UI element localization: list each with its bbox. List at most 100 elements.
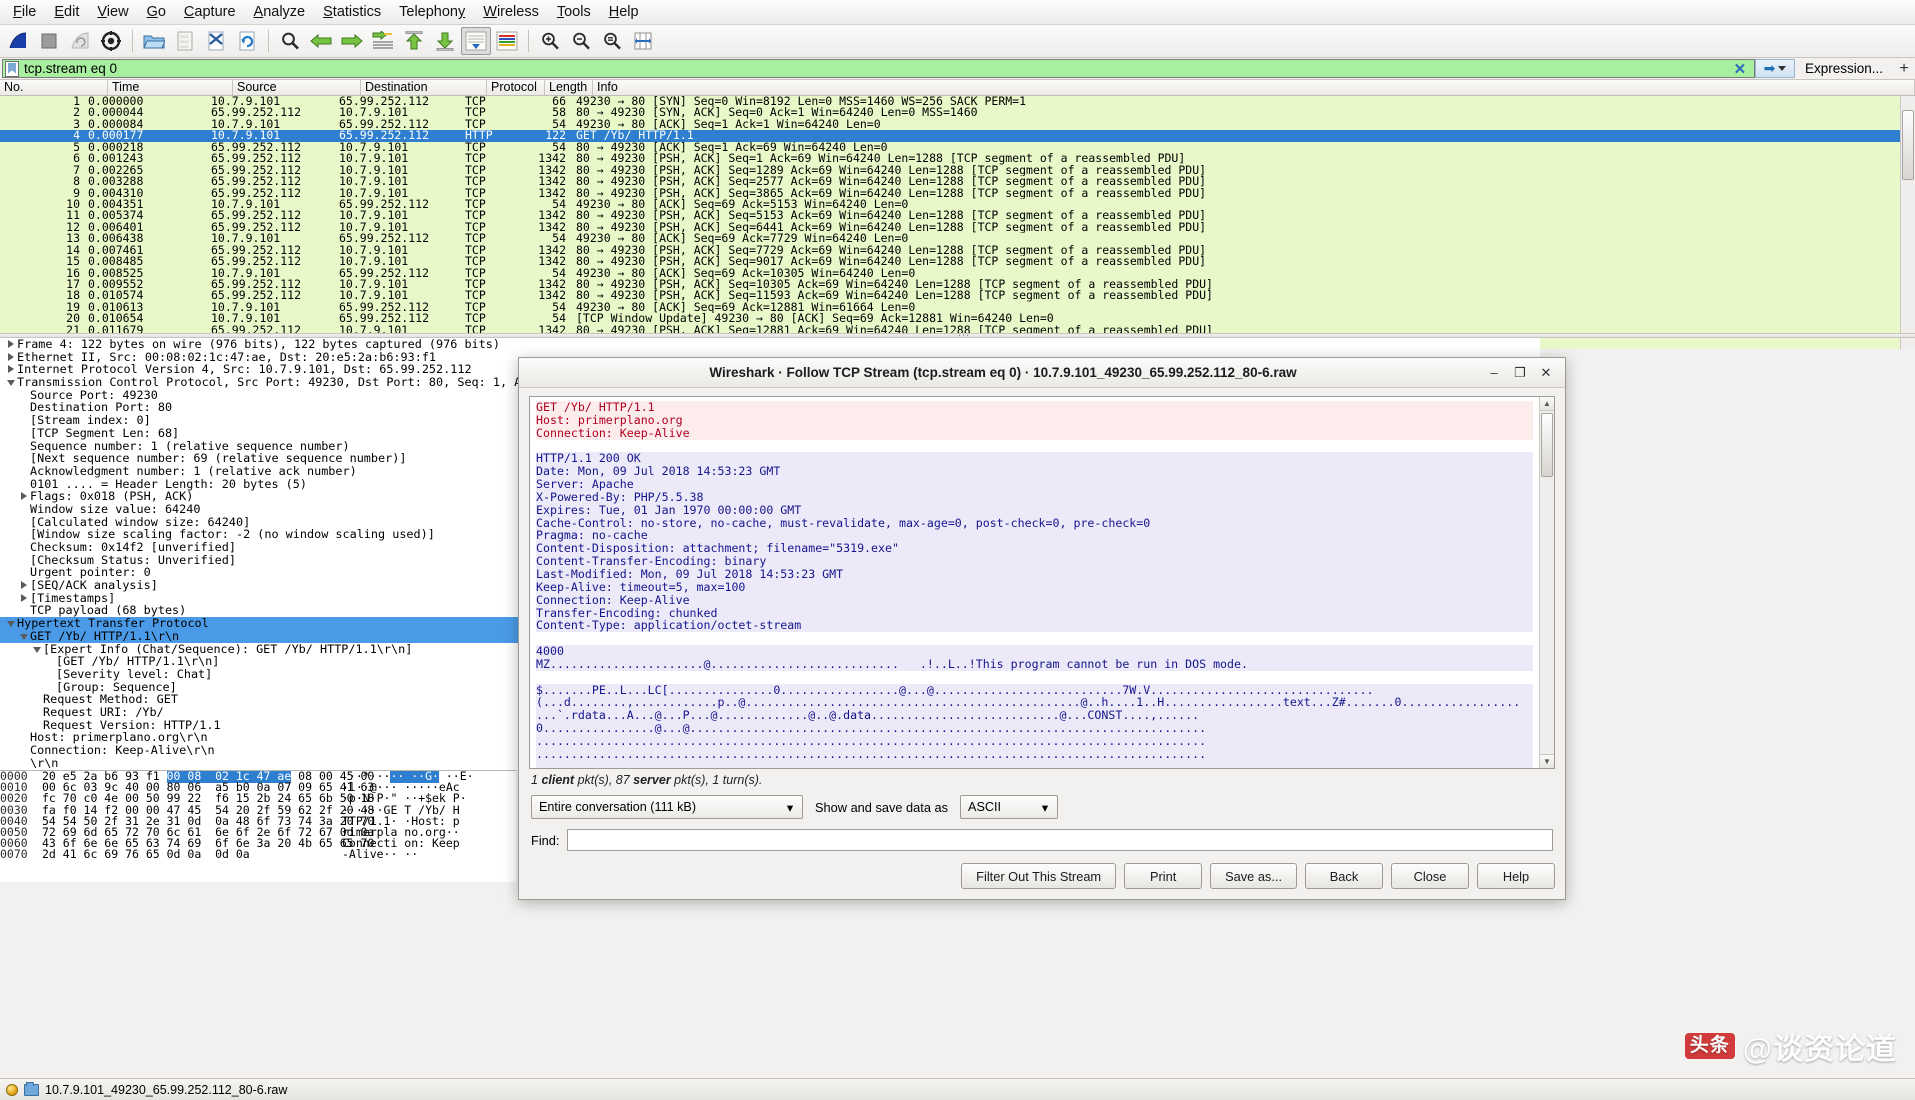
menu-edit[interactable]: Edit	[45, 1, 88, 23]
dialog-button-row: Filter Out This Stream Print Save as... …	[519, 859, 1565, 899]
close-icon[interactable]: ✕	[1533, 362, 1559, 384]
column-header-time[interactable]: Time	[108, 80, 233, 95]
zoom-in-icon[interactable]	[535, 27, 565, 55]
restart-capture-icon[interactable]	[65, 27, 95, 55]
help-button[interactable]: Help	[1477, 863, 1555, 889]
table-row[interactable]: 120.00640165.99.252.11210.7.9.101TCP1342…	[0, 222, 1915, 233]
table-row[interactable]: 180.01057465.99.252.11210.7.9.101TCP1342…	[0, 290, 1915, 301]
table-row[interactable]: 90.00431065.99.252.11210.7.9.101TCP13428…	[0, 188, 1915, 199]
collapse-triangle-icon[interactable]	[4, 376, 17, 389]
scroll-thumb[interactable]	[1541, 413, 1553, 477]
table-row[interactable]: 30.00008410.7.9.10165.99.252.112TCP54492…	[0, 119, 1915, 130]
menu-capture[interactable]: Capture	[175, 1, 245, 23]
menu-statistics[interactable]: Statistics	[314, 1, 390, 23]
go-last-packet-icon[interactable]	[430, 27, 460, 55]
minimize-button[interactable]: –	[1481, 362, 1507, 384]
apply-filter-button[interactable]: ➡	[1755, 59, 1795, 78]
column-header-info[interactable]: Info	[593, 80, 1915, 95]
expand-triangle-icon[interactable]	[4, 363, 17, 376]
table-row[interactable]: 20.00004465.99.252.11210.7.9.101TCP5880 …	[0, 107, 1915, 118]
stream-line: Last-Modified: Mon, 09 Jul 2018 14:53:23…	[536, 568, 1533, 581]
close-button[interactable]: Close	[1391, 863, 1469, 889]
stream-scrollbar[interactable]: ▲ ▼	[1539, 397, 1554, 768]
hex-row[interactable]: 00702d 41 6c 69 76 65 0d 0a 0d 0a-Alive·…	[0, 849, 516, 860]
print-button[interactable]: Print	[1124, 863, 1202, 889]
collapse-triangle-icon[interactable]	[30, 643, 43, 656]
toolbar-separator-2	[268, 30, 269, 52]
packet-list-scrollbar[interactable]	[1900, 96, 1915, 349]
close-file-icon[interactable]	[201, 27, 231, 55]
expand-triangle-icon[interactable]	[17, 490, 30, 503]
menu-help[interactable]: Help	[600, 1, 648, 23]
cell-info: 49230 → 80 [ACK] Seq=69 Ack=10305 Win=64…	[571, 268, 1915, 279]
find-packet-icon[interactable]	[275, 27, 305, 55]
menu-go[interactable]: Go	[138, 1, 175, 23]
svg-text:0011: 0011	[180, 44, 189, 49]
menu-view[interactable]: View	[88, 1, 137, 23]
go-back-icon[interactable]	[306, 27, 336, 55]
stop-capture-icon[interactable]	[34, 27, 64, 55]
expand-triangle-icon[interactable]	[17, 592, 30, 605]
packet-bytes-pane[interactable]: 000020 e5 2a b6 93 f1 00 08 02 1c 47 ae …	[0, 770, 516, 882]
stream-line: GET /Yb/ HTTP/1.1	[536, 401, 1533, 414]
packet-list-header: No. Time Source Destination Protocol Len…	[0, 80, 1915, 96]
zoom-reset-icon[interactable]	[597, 27, 627, 55]
open-file-icon[interactable]	[139, 27, 169, 55]
stream-content-box[interactable]: GET /Yb/ HTTP/1.1Host: primerplano.orgCo…	[529, 396, 1555, 769]
column-header-length[interactable]: Length	[545, 80, 593, 95]
reload-file-icon[interactable]	[232, 27, 262, 55]
column-header-destination[interactable]: Destination	[361, 80, 487, 95]
filter-out-stream-button[interactable]: Filter Out This Stream	[961, 863, 1116, 889]
go-to-packet-icon[interactable]	[368, 27, 398, 55]
scroll-up-icon[interactable]: ▲	[1540, 397, 1554, 411]
bookmark-icon[interactable]	[5, 61, 19, 77]
scroll-down-icon[interactable]: ▼	[1540, 754, 1554, 768]
auto-scroll-icon[interactable]	[461, 27, 491, 55]
cell-info: 80 → 49230 [PSH, ACK] Seq=11593 Ack=69 W…	[571, 290, 1915, 301]
status-file-label: 10.7.9.101_49230_65.99.252.112_80-6.raw	[45, 1083, 287, 1097]
back-button[interactable]: Back	[1305, 863, 1383, 889]
clear-filter-button[interactable]: ✕	[1728, 60, 1752, 78]
menu-file[interactable]: File	[4, 1, 45, 23]
column-header-source[interactable]: Source	[233, 80, 361, 95]
cell-info: 49230 → 80 [ACK] Seq=69 Ack=7729 Win=642…	[571, 233, 1915, 244]
zoom-out-icon[interactable]	[566, 27, 596, 55]
menu-tools[interactable]: Tools	[548, 1, 600, 23]
capture-file-icon	[24, 1084, 39, 1096]
start-capture-icon[interactable]	[3, 27, 33, 55]
go-first-packet-icon[interactable]	[399, 27, 429, 55]
capture-options-icon[interactable]	[96, 27, 126, 55]
dialog-titlebar[interactable]: Wireshark · Follow TCP Stream (tcp.strea…	[519, 358, 1565, 388]
detail-row[interactable]: Frame 4: 122 bytes on wire (976 bits), 1…	[0, 338, 1540, 351]
expand-triangle-icon[interactable]	[17, 579, 30, 592]
menu-analyze[interactable]: Analyze	[245, 1, 315, 23]
expert-info-icon[interactable]	[6, 1084, 18, 1096]
filter-expression-button[interactable]: Expression...	[1795, 58, 1893, 79]
follow-tcp-stream-dialog[interactable]: Wireshark · Follow TCP Stream (tcp.strea…	[518, 357, 1566, 900]
cell-info: 80 → 49230 [PSH, ACK] Seq=1 Ack=69 Win=6…	[571, 153, 1915, 164]
hex-offset: 0070	[0, 849, 42, 860]
format-select[interactable]: ASCII ▾	[960, 795, 1058, 819]
column-header-no[interactable]: No.	[0, 80, 108, 95]
conversation-select[interactable]: Entire conversation (111 kB) ▾	[531, 795, 803, 819]
save-as-button[interactable]: Save as...	[1210, 863, 1297, 889]
add-filter-button[interactable]: +	[1893, 58, 1915, 79]
menu-wireless[interactable]: Wireless	[474, 1, 548, 23]
collapse-triangle-icon[interactable]	[17, 630, 30, 643]
packet-list[interactable]: 10.00000010.7.9.10165.99.252.112TCP66492…	[0, 96, 1915, 349]
resize-columns-icon[interactable]	[628, 27, 658, 55]
collapse-triangle-icon[interactable]	[4, 617, 17, 630]
column-header-protocol[interactable]: Protocol	[487, 80, 545, 95]
save-file-icon[interactable]: 010101100011	[170, 27, 200, 55]
display-filter-input[interactable]: tcp.stream eq 0 ✕	[2, 59, 1755, 78]
colorize-packets-icon[interactable]	[492, 27, 522, 55]
maximize-button[interactable]: ❐	[1507, 362, 1533, 384]
menu-telephony[interactable]: Telephony	[390, 1, 474, 23]
table-row[interactable]: 150.00848565.99.252.11210.7.9.101TCP1342…	[0, 256, 1915, 267]
table-row[interactable]: 190.01061310.7.9.10165.99.252.112TCP5449…	[0, 302, 1915, 313]
expand-triangle-icon[interactable]	[4, 351, 17, 364]
expand-triangle-icon[interactable]	[4, 338, 17, 351]
go-forward-icon[interactable]	[337, 27, 367, 55]
find-input[interactable]	[567, 829, 1553, 851]
stream-text[interactable]: GET /Yb/ HTTP/1.1Host: primerplano.orgCo…	[530, 397, 1539, 768]
